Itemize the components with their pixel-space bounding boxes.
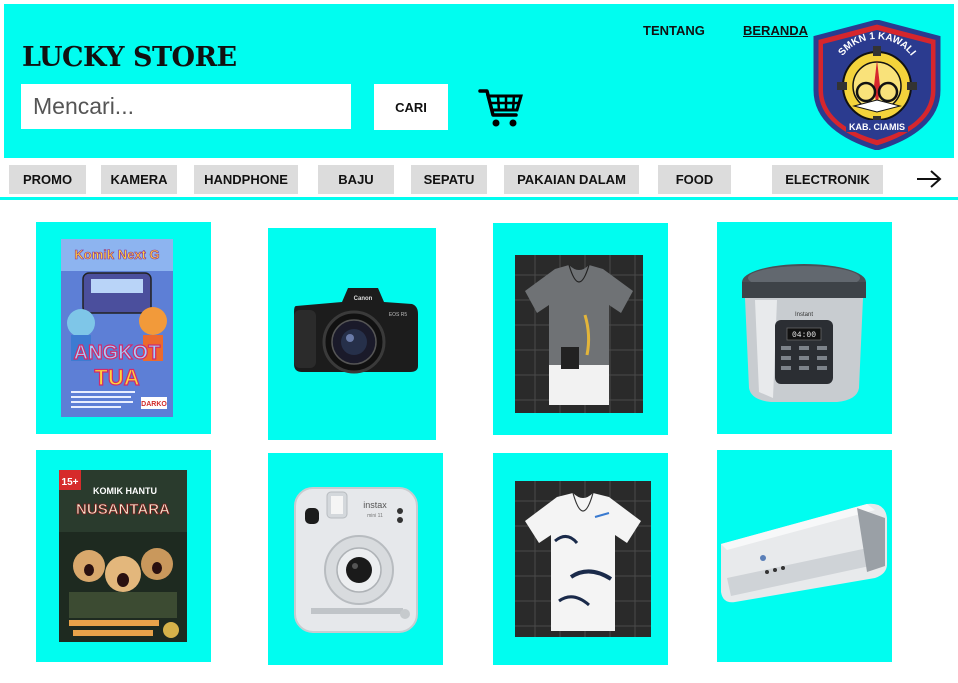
category-bar: PROMO KAMERA HANDPHONE BAJU SEPATU PAKAI…	[0, 160, 958, 200]
cart-icon[interactable]	[478, 87, 524, 129]
camera-image: Canon EOS R5	[294, 288, 418, 374]
camera-brand: Canon	[354, 296, 373, 302]
camera-model: EOS R5	[389, 312, 408, 318]
comic-age-rating: 15+	[62, 477, 79, 488]
arrow-right-icon[interactable]	[914, 166, 944, 192]
white-tshirt-image	[515, 481, 651, 637]
page: LUCKY STORE CARI TENTANG BERANDA	[0, 0, 958, 683]
category-electronik[interactable]: ELECTRONIK	[772, 165, 883, 194]
category-pakaian-dalam[interactable]: PAKAIAN DALAM	[504, 165, 639, 194]
comic-title-1: KOMIK HANTU	[93, 486, 157, 496]
nav-about-link[interactable]: TENTANG	[643, 23, 705, 38]
category-handphone[interactable]: HANDPHONE	[194, 165, 298, 194]
comic-cover-angkot-tua: Komik Next G ANGKOT TUA DARKO	[61, 239, 173, 417]
search-input[interactable]	[21, 84, 351, 129]
category-baju[interactable]: BAJU	[318, 165, 394, 194]
product-card-instax-camera[interactable]: instax mini 11	[268, 453, 443, 665]
product-card-komik-hantu-nusantara[interactable]: 15+ KOMIK HANTU NUSANTARA	[36, 450, 211, 662]
air-conditioner-image	[721, 503, 887, 603]
comic-title-2: TUA	[94, 365, 139, 390]
header: LUCKY STORE CARI TENTANG BERANDA	[4, 4, 954, 158]
logo-bottom-text: KAB. CIAMIS	[849, 122, 905, 132]
instax-camera-image: instax mini 11	[294, 487, 418, 633]
nav-home-link[interactable]: BERANDA	[743, 23, 808, 38]
product-card-rice-cooker[interactable]: Instant 04:00	[717, 222, 892, 434]
rice-cooker-image: Instant 04:00	[742, 264, 866, 402]
comic-cover-hantu-nusantara: 15+ KOMIK HANTU NUSANTARA	[59, 470, 187, 642]
category-kamera[interactable]: KAMERA	[101, 165, 177, 194]
product-card-air-conditioner[interactable]	[717, 450, 892, 662]
comic-publisher: DARKO	[141, 401, 167, 408]
tshirt-image	[515, 255, 643, 413]
brand-title: LUCKY STORE	[22, 42, 237, 73]
comic-series: Komik Next G	[74, 247, 159, 262]
category-sepatu[interactable]: SEPATU	[411, 165, 487, 194]
product-card-canon-camera[interactable]: Canon EOS R5	[268, 228, 436, 440]
search-button[interactable]: CARI	[374, 84, 448, 130]
category-food[interactable]: FOOD	[658, 165, 731, 194]
product-card-komik-angkot-tua[interactable]: Komik Next G ANGKOT TUA DARKO	[36, 222, 211, 434]
instax-brand: instax	[363, 500, 387, 510]
category-promo[interactable]: PROMO	[9, 165, 86, 194]
product-card-white-tshirt[interactable]	[493, 453, 668, 665]
instax-model: mini 11	[367, 513, 383, 519]
comic-title-2: NUSANTARA	[76, 501, 170, 518]
comic-title-1: ANGKOT	[74, 342, 161, 364]
product-card-grey-tshirt[interactable]	[493, 223, 668, 435]
rice-cooker-brand: Instant	[795, 312, 813, 318]
school-logo: SMKN 1 KAWALI KAB. CIAMIS	[813, 20, 941, 150]
rice-cooker-display: 04:00	[792, 331, 816, 340]
